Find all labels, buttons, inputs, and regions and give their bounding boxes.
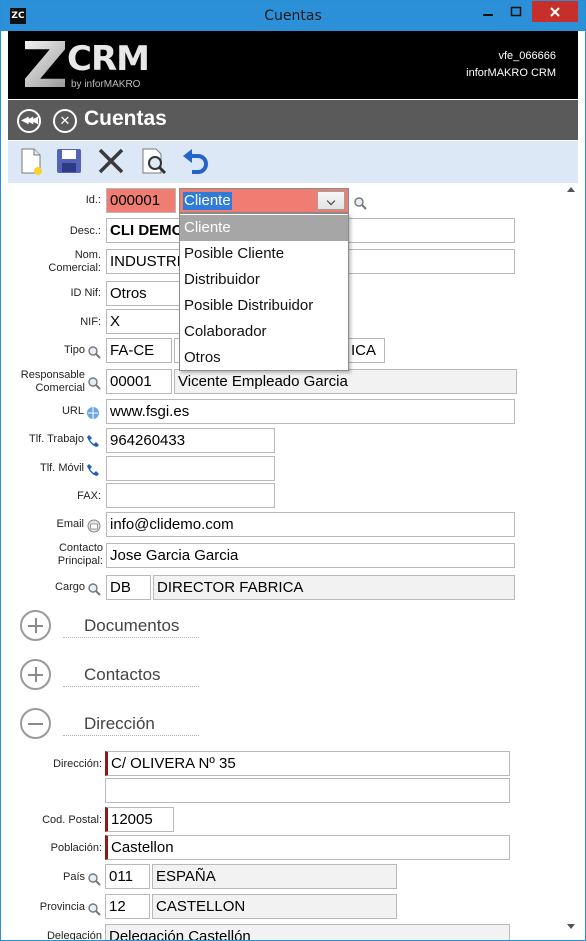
tlf-trabajo-field[interactable]: 964260433: [106, 428, 275, 453]
rewind-icon: ◀◀◀: [20, 115, 38, 126]
app-name: inforMAKRO CRM: [466, 67, 556, 79]
search-icon[interactable]: [87, 582, 101, 596]
tlf-trabajo-label: Tlf. Trabajo: [28, 433, 84, 445]
close-icon: ✕: [59, 113, 71, 128]
search-icon[interactable]: [87, 345, 101, 359]
provincia-name-field: CASTELLON: [152, 894, 397, 919]
tipo-label: Tipo: [64, 344, 85, 356]
direccion-label: Dirección:: [53, 758, 102, 770]
app-header: CRM by inforMAKRO vfe_066666 inforMAKRO …: [8, 31, 578, 99]
cp-label: Cod. Postal:: [42, 814, 102, 826]
account-type-dropdown[interactable]: Cliente Posible Cliente Distribuidor Pos…: [179, 213, 349, 371]
phone-icon[interactable]: [86, 434, 100, 448]
cargo-code-field[interactable]: DB: [106, 575, 151, 600]
globe-icon[interactable]: [86, 406, 100, 420]
account-type-select[interactable]: Cliente: [179, 188, 349, 213]
dropdown-option[interactable]: Posible Distribuidor: [180, 293, 348, 319]
delete-icon[interactable]: [96, 146, 126, 176]
toolbar: [8, 141, 578, 183]
nif-field[interactable]: X: [106, 309, 180, 334]
desc-label: Desc.:: [69, 225, 101, 237]
maximize-icon: [510, 6, 522, 17]
user-id: vfe_066666: [498, 50, 557, 62]
close-icon: [550, 7, 560, 17]
search-icon[interactable]: [87, 376, 101, 390]
email-label: Email: [56, 518, 84, 530]
delegacion-label: Delegación: [46, 930, 102, 941]
id-field[interactable]: 000001: [106, 188, 176, 213]
undo-icon[interactable]: [180, 146, 210, 176]
close-window-button[interactable]: [532, 1, 578, 22]
poblacion-label: Población:: [50, 842, 102, 854]
save-icon[interactable]: [54, 146, 84, 176]
title-bar: ZC Cuentas: [1, 1, 585, 31]
responsable-code-field[interactable]: 00001: [106, 369, 172, 394]
cargo-label: Cargo: [55, 581, 85, 593]
logo-z-mark: [25, 41, 65, 87]
minimize-icon: [483, 14, 493, 16]
chevron-down-icon[interactable]: [317, 191, 345, 210]
tipo-code-field[interactable]: FA-CE: [106, 338, 172, 363]
search-icon[interactable]: [353, 196, 367, 210]
search-document-icon[interactable]: [138, 146, 168, 176]
dropdown-option[interactable]: Otros: [180, 345, 348, 371]
page-title: Cuentas: [84, 107, 167, 130]
pais-code-field[interactable]: 011: [105, 864, 150, 889]
email-icon[interactable]: [87, 519, 101, 533]
nif-label: NIF:: [80, 316, 101, 328]
vertical-scrollbar[interactable]: [564, 183, 578, 935]
id-nif-label: ID Nif:: [70, 287, 101, 299]
account-type-value: Cliente: [183, 192, 232, 210]
minimize-button[interactable]: [475, 1, 501, 22]
dropdown-option[interactable]: Distribuidor: [180, 267, 348, 293]
id-nif-field[interactable]: Otros: [106, 281, 180, 306]
collapse-direccion-icon[interactable]: [20, 708, 51, 739]
provincia-code-field[interactable]: 12: [105, 894, 150, 919]
scroll-up-arrow-icon[interactable]: [567, 187, 575, 192]
search-icon[interactable]: [87, 902, 101, 916]
provincia-label: Provincia: [39, 901, 85, 913]
url-label: URL: [61, 405, 84, 417]
close-page-button[interactable]: ✕: [53, 109, 77, 133]
pais-name-field: ESPAÑA: [152, 864, 397, 889]
fax-label: FAX:: [77, 490, 101, 502]
url-field[interactable]: www.fsgi.es: [106, 399, 515, 424]
email-field[interactable]: info@clidemo.com: [106, 512, 515, 537]
contacto-label: Contacto Principal:: [57, 542, 103, 567]
dropdown-option[interactable]: Cliente: [180, 215, 348, 241]
section-contactos[interactable]: Contactos: [63, 665, 199, 687]
new-document-icon[interactable]: [16, 146, 46, 176]
maximize-button[interactable]: [503, 1, 529, 22]
cargo-desc-field: DIRECTOR FABRICA: [153, 575, 515, 600]
expand-contactos-icon[interactable]: [20, 659, 51, 690]
tlf-movil-field[interactable]: [106, 456, 275, 481]
contacto-field[interactable]: Jose Garcia Garcia: [106, 543, 515, 568]
direccion2-field[interactable]: [105, 778, 510, 803]
fax-field[interactable]: [106, 483, 275, 508]
id-label: Id.:: [85, 194, 101, 206]
expand-documentos-icon[interactable]: [20, 610, 51, 641]
delegacion-field[interactable]: Delegación Castellón: [105, 924, 510, 940]
scroll-down-arrow-icon[interactable]: [567, 924, 575, 929]
cp-field[interactable]: 12005: [105, 807, 174, 832]
direccion-field[interactable]: C/ OLIVERA Nº 35: [105, 751, 510, 776]
nav-bar: ◀◀◀ ✕ Cuentas: [8, 100, 578, 140]
app-window: ZC Cuentas CRM by inforMAKRO vfe_066666 …: [0, 0, 586, 941]
pais-label: País: [62, 871, 85, 883]
section-direccion[interactable]: Dirección: [63, 714, 199, 736]
nom-comercial-label: Nom. Comercial:: [48, 249, 101, 274]
dropdown-option[interactable]: Colaborador: [180, 319, 348, 345]
logo-subtext: by inforMAKRO: [71, 79, 141, 90]
poblacion-field[interactable]: Castellon: [105, 835, 510, 860]
logo-text: CRM: [67, 39, 150, 79]
phone-icon[interactable]: [86, 463, 100, 477]
logo: CRM by inforMAKRO: [25, 41, 150, 91]
responsable-label: Responsable Comercial: [20, 369, 85, 394]
tlf-movil-label: Tlf. Móvil: [40, 462, 84, 474]
responsable-name-field: Vicente Empleado Garcia: [174, 369, 517, 394]
search-icon[interactable]: [87, 872, 101, 886]
dropdown-option[interactable]: Posible Cliente: [180, 241, 348, 267]
section-documentos[interactable]: Documentos: [63, 616, 199, 638]
back-button[interactable]: ◀◀◀: [17, 109, 41, 133]
